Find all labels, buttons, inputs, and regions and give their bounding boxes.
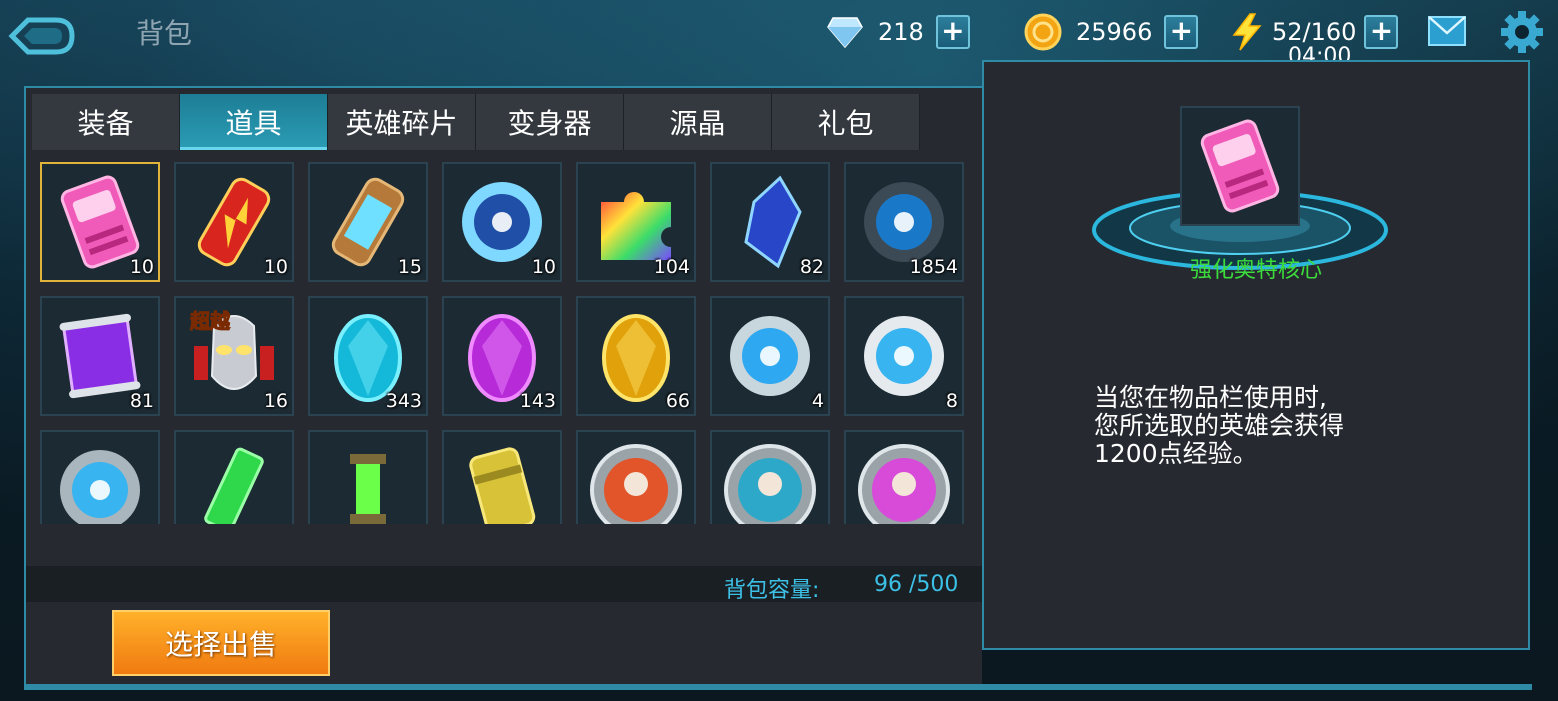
select-sell-button[interactable]: 选择出售 [112, 610, 330, 676]
page-title: 背包 [136, 17, 193, 50]
mail-icon [1428, 16, 1466, 46]
tab-bar: 装备 道具 英雄碎片 变身器 源晶 礼包 [32, 94, 920, 150]
tab-2[interactable]: 英雄碎片 [328, 94, 476, 150]
add-energy-button[interactable]: + [1364, 15, 1399, 49]
description-line: 1200点经验。 [1094, 439, 1258, 468]
ice-medal-icon [724, 444, 816, 524]
add-diamond-button[interactable]: + [935, 15, 970, 49]
item-count: 15 [397, 256, 422, 278]
green-lantern-icon [350, 454, 386, 524]
capacity-label: 背包容量: [724, 578, 820, 603]
silver-orb-icon [864, 316, 944, 396]
item-slot[interactable]: 143 [442, 296, 562, 416]
item-slot[interactable] [174, 430, 294, 524]
item-grid: 10 10 15 10 104 82 1854 81 超越 16 343 143 66 4 8 [40, 162, 970, 524]
item-count: 81 [129, 390, 154, 412]
gold-counter: 25966 + [1024, 12, 1199, 52]
diamond-counter: 218 + [826, 12, 970, 52]
item-slot[interactable]: 10 [40, 162, 160, 282]
item-slot[interactable]: 15 [308, 162, 428, 282]
item-slot[interactable] [710, 430, 830, 524]
item-slot[interactable]: 81 [40, 296, 160, 416]
green-crystal-bar-icon [204, 447, 264, 524]
item-slot[interactable]: 10 [174, 162, 294, 282]
item-count: 10 [531, 256, 556, 278]
tab-0[interactable]: 装备 [32, 94, 180, 150]
silver-ring-orb-icon [60, 450, 140, 524]
item-slot[interactable] [442, 430, 562, 524]
item-slot[interactable]: 超越 16 [174, 296, 294, 416]
pink-medal-icon [858, 444, 950, 524]
item-count: 10 [263, 256, 288, 278]
capacity-bar: 背包容量: 96 /500 [26, 566, 984, 603]
item-description: 当您在物品栏使用时, 您所选取的英雄会获得 1200点经验。 [1094, 384, 1424, 468]
item-slot[interactable]: 343 [308, 296, 428, 416]
description-line: 当您在物品栏使用时, [1094, 383, 1327, 412]
diamond-icon [826, 13, 864, 51]
item-slot[interactable]: 4 [710, 296, 830, 416]
yellow-barrel-icon [469, 447, 536, 524]
item-count: 1854 [909, 256, 958, 278]
item-count: 10 [129, 256, 154, 278]
item-slot[interactable]: 104 [576, 162, 696, 282]
tab-5[interactable]: 礼包 [772, 94, 920, 150]
item-slot[interactable] [844, 430, 964, 524]
item-count: 16 [263, 390, 288, 412]
pink-exp-card-icon [1200, 119, 1280, 213]
item-slot[interactable]: 82 [710, 162, 830, 282]
item-count: 66 [665, 390, 690, 412]
item-count: 343 [385, 390, 422, 412]
item-slot[interactable] [40, 430, 160, 524]
item-count: 104 [653, 256, 690, 278]
item-slot[interactable]: 1854 [844, 162, 964, 282]
item-slot[interactable]: 10 [442, 162, 562, 282]
item-slot[interactable]: 66 [576, 296, 696, 416]
item-name: 强化奥特核心 [1189, 258, 1322, 283]
capacity-value: 96 /500 [874, 572, 959, 597]
item-slot[interactable]: 8 [844, 296, 964, 416]
gear-icon [1501, 11, 1543, 53]
add-gold-button[interactable]: + [1164, 15, 1199, 49]
diamond-value: 218 [878, 18, 924, 46]
item-count: 4 [811, 390, 824, 412]
item-detail-panel: 强化奥特核心 当您在物品栏使用时, 您所选取的英雄会获得 1200点经验。 [982, 60, 1530, 650]
item-count: 82 [799, 256, 824, 278]
mail-button[interactable] [1428, 16, 1466, 46]
tab-3[interactable]: 变身器 [476, 94, 624, 150]
tab-1[interactable]: 道具 [180, 94, 328, 150]
item-slot[interactable] [576, 430, 696, 524]
inventory-panel: 装备 道具 英雄碎片 变身器 源晶 礼包 10 10 15 10 104 82 1854 81 超越 16 3… [24, 86, 984, 686]
item-count: 8 [945, 390, 958, 412]
lightning-icon [1228, 13, 1266, 51]
back-button[interactable] [8, 12, 78, 60]
frame-bottom-edge [24, 684, 1532, 690]
tab-4[interactable]: 源晶 [624, 94, 772, 150]
gold-value: 25966 [1076, 18, 1153, 46]
svg-text:超越: 超越 [189, 309, 231, 333]
blue-orb-icon [730, 316, 810, 396]
gold-coin-icon [1024, 13, 1062, 51]
detail-item-icon [1180, 106, 1300, 226]
item-count: 143 [519, 390, 556, 412]
item-slot[interactable] [308, 430, 428, 524]
back-arrow-icon [8, 17, 75, 55]
settings-button[interactable] [1500, 10, 1544, 54]
energy-value: 52/160 [1272, 18, 1357, 46]
description-line: 您所选取的英雄会获得 [1094, 411, 1345, 440]
fire-medal-icon [590, 444, 682, 524]
